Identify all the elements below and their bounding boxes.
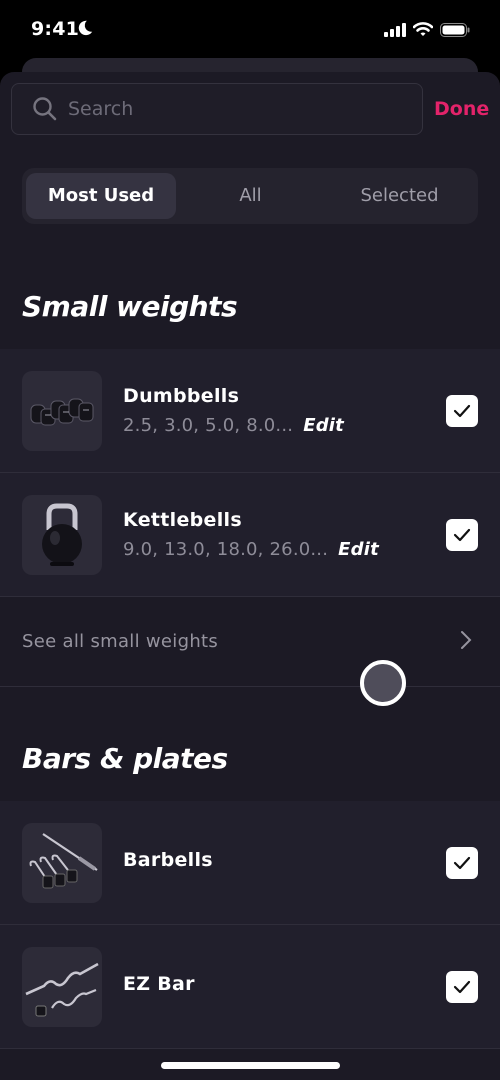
checkmark-icon — [453, 980, 471, 993]
kettlebell-icon — [42, 503, 82, 566]
item-name: Barbells — [123, 849, 213, 871]
barbells-icon — [29, 832, 98, 888]
battery-icon — [440, 22, 470, 37]
see-all-label: See all small weights — [22, 631, 219, 652]
small-weights-list: Dumbbells 2.5, 3.0, 5.0, 8.0... Edit Kett… — [0, 349, 500, 597]
item-name: Dumbbells — [123, 385, 240, 407]
item-name: Kettlebells — [123, 509, 242, 531]
touch-indicator — [360, 660, 406, 706]
search-icon — [33, 97, 57, 121]
status-icons — [384, 22, 470, 37]
done-button[interactable]: Done — [434, 98, 489, 120]
section-title-bars-plates: Bars & plates — [22, 742, 228, 775]
tab-all[interactable]: All — [176, 173, 325, 219]
list-item-dumbbells[interactable]: Dumbbells 2.5, 3.0, 5.0, 8.0... Edit — [0, 349, 500, 473]
list-item-barbells[interactable]: Barbells — [0, 801, 500, 925]
checkbox-kettlebells[interactable] — [446, 518, 478, 551]
search-row: Done — [11, 83, 500, 135]
status-time: 9:41 — [31, 18, 80, 40]
list-item-ez-bar[interactable]: EZ Bar — [0, 925, 500, 1049]
moon-icon — [78, 20, 93, 36]
checkmark-icon — [453, 856, 471, 869]
checkbox-barbells[interactable] — [446, 846, 478, 879]
dumbbells-icon — [30, 398, 94, 425]
checkbox-ez-bar[interactable] — [446, 970, 478, 1003]
tab-selected[interactable]: Selected — [325, 173, 474, 219]
bars-plates-list: Barbells EZ Bar — [0, 801, 500, 1049]
see-all-small-weights[interactable]: See all small weights — [0, 597, 500, 687]
status-bar: 9:41 — [0, 0, 500, 60]
wifi-icon — [413, 22, 433, 36]
signal-icon — [384, 22, 406, 37]
checkmark-icon — [453, 528, 471, 541]
section-title-small-weights: Small weights — [22, 290, 238, 323]
item-weights: 9.0, 13.0, 18.0, 26.0... — [123, 539, 329, 560]
home-indicator[interactable] — [161, 1062, 340, 1069]
barbells-image — [22, 822, 102, 903]
filter-tabs: Most Used All Selected — [22, 168, 478, 224]
edit-button[interactable]: Edit — [303, 415, 344, 436]
ez-bar-image — [22, 946, 102, 1027]
checkbox-dumbbells[interactable] — [446, 394, 478, 427]
search-input[interactable] — [68, 98, 398, 120]
kettlebell-image — [22, 494, 102, 575]
list-item-kettlebells[interactable]: Kettlebells 9.0, 13.0, 18.0, 26.0... Edit — [0, 473, 500, 597]
equipment-sheet: Done Most Used All Selected Small weight… — [0, 72, 500, 1080]
chevron-right-icon — [461, 631, 472, 649]
edit-button[interactable]: Edit — [338, 539, 379, 560]
dumbbells-image — [22, 370, 102, 451]
checkmark-icon — [453, 404, 471, 417]
tab-most-used[interactable]: Most Used — [26, 173, 176, 219]
ez-bar-icon — [25, 962, 99, 1016]
search-field[interactable] — [11, 83, 423, 135]
item-name: EZ Bar — [123, 973, 195, 995]
item-weights: 2.5, 3.0, 5.0, 8.0... — [123, 415, 294, 436]
